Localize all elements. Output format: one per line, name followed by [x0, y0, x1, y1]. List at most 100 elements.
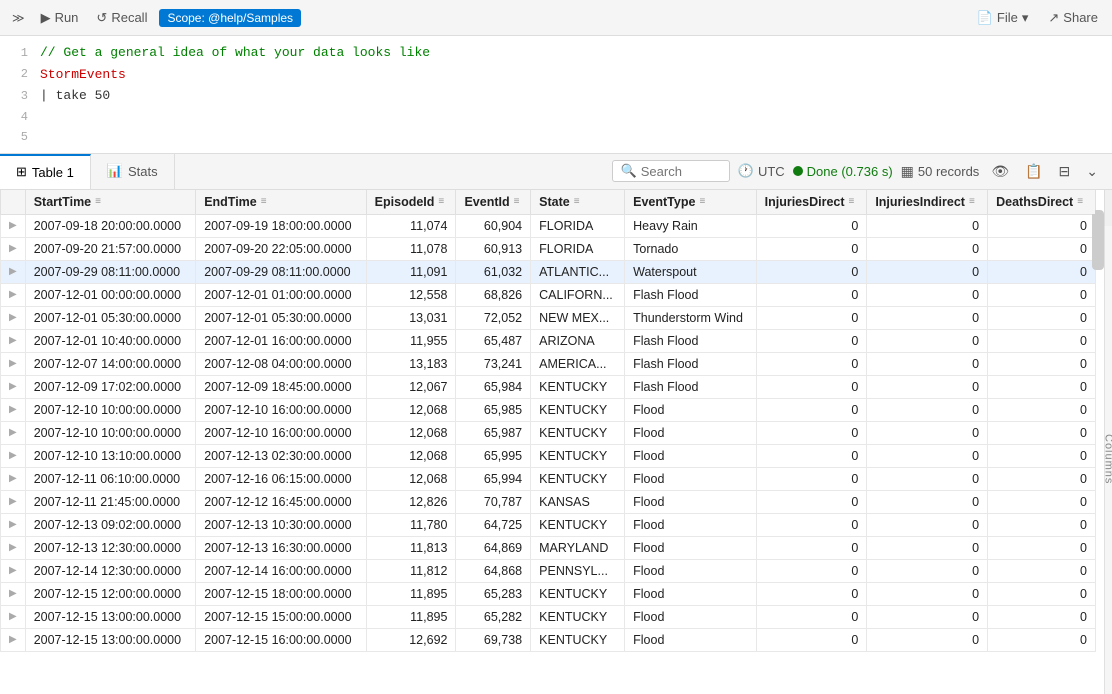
cell-state: FLORIDA: [531, 214, 625, 237]
copy-button[interactable]: 📋: [1021, 161, 1046, 182]
cell-endtime: 2007-09-19 18:00:00.0000: [196, 214, 366, 237]
cell-injuriesindirect: 0: [867, 582, 988, 605]
expand-button[interactable]: ⌄: [1082, 161, 1102, 182]
cell-episodeid: 11,812: [366, 559, 456, 582]
cell-expand[interactable]: ▶: [1, 214, 26, 237]
grid-button[interactable]: ⊟: [1055, 161, 1075, 182]
table-body: ▶2007-09-18 20:00:00.00002007-09-19 18:0…: [1, 214, 1096, 651]
cell-expand[interactable]: ▶: [1, 559, 26, 582]
cell-expand[interactable]: ▶: [1, 444, 26, 467]
recall-button[interactable]: ↺ Recall: [90, 8, 153, 28]
scroll-thumb[interactable]: [1092, 210, 1104, 270]
cell-state: FLORIDA: [531, 237, 625, 260]
cell-expand[interactable]: ▶: [1, 605, 26, 628]
col-endtime-header[interactable]: EndTime≡: [196, 190, 366, 215]
cell-expand[interactable]: ▶: [1, 536, 26, 559]
cell-starttime: 2007-12-01 05:30:00.0000: [25, 306, 195, 329]
table-row[interactable]: ▶2007-12-11 06:10:00.00002007-12-16 06:1…: [1, 467, 1096, 490]
tab-table-label: Table 1: [32, 165, 74, 180]
col-episodeid-header[interactable]: EpisodeId≡: [366, 190, 456, 215]
clock-icon: 🕐: [738, 163, 754, 179]
columns-panel[interactable]: Columns: [1104, 226, 1112, 694]
cell-expand[interactable]: ▶: [1, 260, 26, 283]
table-row[interactable]: ▶2007-12-15 12:00:00.00002007-12-15 18:0…: [1, 582, 1096, 605]
utc-toggle[interactable]: 🕐 UTC: [738, 163, 785, 179]
cell-state: MARYLAND: [531, 536, 625, 559]
cell-expand[interactable]: ▶: [1, 375, 26, 398]
table-row[interactable]: ▶2007-12-01 05:30:00.00002007-12-01 05:3…: [1, 306, 1096, 329]
cell-expand[interactable]: ▶: [1, 421, 26, 444]
cell-state: ATLANTIC...: [531, 260, 625, 283]
table-wrapper[interactable]: StartTime≡ EndTime≡ EpisodeId≡ EventId≡ …: [0, 190, 1112, 694]
table-row[interactable]: ▶2007-12-14 12:30:00.00002007-12-14 16:0…: [1, 559, 1096, 582]
table-row[interactable]: ▶2007-12-11 21:45:00.00002007-12-12 16:4…: [1, 490, 1096, 513]
cell-endtime: 2007-09-20 22:05:00.0000: [196, 237, 366, 260]
col-injuriesdirect-header[interactable]: InjuriesDirect≡: [756, 190, 867, 215]
cell-expand[interactable]: ▶: [1, 582, 26, 605]
data-table: StartTime≡ EndTime≡ EpisodeId≡ EventId≡ …: [0, 190, 1096, 652]
cell-expand[interactable]: ▶: [1, 283, 26, 306]
cell-injuriesdirect: 0: [756, 421, 867, 444]
cell-expand[interactable]: ▶: [1, 352, 26, 375]
scope-badge[interactable]: Scope: @help/Samples: [159, 9, 301, 27]
eye-button[interactable]: 👁: [987, 161, 1013, 182]
col-injuriesindirect-header[interactable]: InjuriesIndirect≡: [867, 190, 988, 215]
cell-starttime: 2007-12-10 10:00:00.0000: [25, 421, 195, 444]
cell-expand[interactable]: ▶: [1, 628, 26, 651]
cell-expand[interactable]: ▶: [1, 490, 26, 513]
cell-eventtype: Flood: [625, 490, 756, 513]
expand-icon[interactable]: ≫: [8, 9, 29, 27]
cell-starttime: 2007-12-10 13:10:00.0000: [25, 444, 195, 467]
cell-eventid: 60,913: [456, 237, 531, 260]
table-row[interactable]: ▶2007-12-10 13:10:00.00002007-12-13 02:3…: [1, 444, 1096, 467]
cell-endtime: 2007-12-14 16:00:00.0000: [196, 559, 366, 582]
col-deathsdirect-header[interactable]: DeathsDirect≡: [988, 190, 1096, 215]
search-box[interactable]: 🔍: [612, 160, 730, 182]
cell-state: KENTUCKY: [531, 628, 625, 651]
editor-area[interactable]: 1 // Get a general idea of what your dat…: [0, 36, 1112, 154]
cell-expand[interactable]: ▶: [1, 513, 26, 536]
cell-injuriesdirect: 0: [756, 329, 867, 352]
search-input[interactable]: [641, 164, 721, 179]
cell-deathsdirect: 0: [988, 283, 1096, 306]
table-row[interactable]: ▶2007-09-20 21:57:00.00002007-09-20 22:0…: [1, 237, 1096, 260]
table-row[interactable]: ▶2007-09-29 08:11:00.00002007-09-29 08:1…: [1, 260, 1096, 283]
table-row[interactable]: ▶2007-12-07 14:00:00.00002007-12-08 04:0…: [1, 352, 1096, 375]
cell-endtime: 2007-12-10 16:00:00.0000: [196, 398, 366, 421]
share-label: Share: [1063, 10, 1098, 25]
table-row[interactable]: ▶2007-12-15 13:00:00.00002007-12-15 16:0…: [1, 628, 1096, 651]
cell-deathsdirect: 0: [988, 352, 1096, 375]
col-starttime-header[interactable]: StartTime≡: [25, 190, 195, 215]
cell-endtime: 2007-12-01 16:00:00.0000: [196, 329, 366, 352]
table-row[interactable]: ▶2007-12-15 13:00:00.00002007-12-15 15:0…: [1, 605, 1096, 628]
cell-expand[interactable]: ▶: [1, 398, 26, 421]
share-button[interactable]: ↗ Share: [1042, 8, 1104, 28]
table-row[interactable]: ▶2007-12-01 00:00:00.00002007-12-01 01:0…: [1, 283, 1096, 306]
tab-bar: ⊞ Table 1 📊 Stats 🔍 🕐 UTC Done (0.736 s)…: [0, 154, 1112, 190]
tab-stats[interactable]: 📊 Stats: [91, 154, 175, 189]
table-row[interactable]: ▶2007-12-13 09:02:00.00002007-12-13 10:3…: [1, 513, 1096, 536]
cell-expand[interactable]: ▶: [1, 306, 26, 329]
col-eventid-header[interactable]: EventId≡: [456, 190, 531, 215]
cell-expand[interactable]: ▶: [1, 237, 26, 260]
col-eventtype-header[interactable]: EventType≡: [625, 190, 756, 215]
col-state-header[interactable]: State≡: [531, 190, 625, 215]
cell-expand[interactable]: ▶: [1, 329, 26, 352]
cell-eventtype: Flood: [625, 467, 756, 490]
cell-deathsdirect: 0: [988, 513, 1096, 536]
cell-deathsdirect: 0: [988, 536, 1096, 559]
file-label: File: [997, 10, 1018, 25]
table-row[interactable]: ▶2007-12-10 10:00:00.00002007-12-10 16:0…: [1, 398, 1096, 421]
table-row[interactable]: ▶2007-09-18 20:00:00.00002007-09-19 18:0…: [1, 214, 1096, 237]
cell-state: AMERICA...: [531, 352, 625, 375]
tab-table[interactable]: ⊞ Table 1: [0, 154, 91, 189]
run-button[interactable]: ▶ Run: [35, 8, 85, 28]
table-row[interactable]: ▶2007-12-10 10:00:00.00002007-12-10 16:0…: [1, 421, 1096, 444]
cell-expand[interactable]: ▶: [1, 467, 26, 490]
cell-injuriesindirect: 0: [867, 375, 988, 398]
file-button[interactable]: 📄 File ▾: [971, 8, 1035, 28]
cell-injuriesindirect: 0: [867, 490, 988, 513]
table-row[interactable]: ▶2007-12-09 17:02:00.00002007-12-09 18:4…: [1, 375, 1096, 398]
table-row[interactable]: ▶2007-12-13 12:30:00.00002007-12-13 16:3…: [1, 536, 1096, 559]
table-row[interactable]: ▶2007-12-01 10:40:00.00002007-12-01 16:0…: [1, 329, 1096, 352]
